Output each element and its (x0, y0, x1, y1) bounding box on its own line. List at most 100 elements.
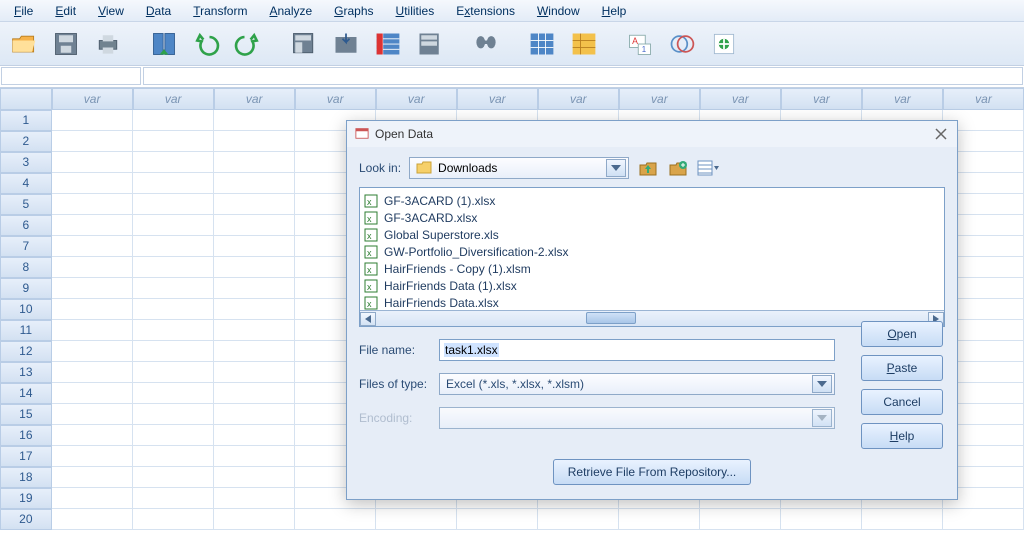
value-labels-icon[interactable]: A1 (622, 26, 658, 62)
grid-cell[interactable] (214, 173, 295, 194)
grid-cell[interactable] (52, 194, 133, 215)
save-icon[interactable] (48, 26, 84, 62)
column-header[interactable]: var (457, 88, 538, 110)
grid-cell[interactable] (133, 488, 214, 509)
grid-cell[interactable] (133, 404, 214, 425)
row-header[interactable]: 19 (0, 488, 52, 509)
grid-cell[interactable] (52, 446, 133, 467)
row-header[interactable]: 5 (0, 194, 52, 215)
use-sets-icon[interactable] (664, 26, 700, 62)
grid-cell[interactable] (133, 173, 214, 194)
menu-transform[interactable]: Transform (183, 2, 257, 20)
grid-cell[interactable] (619, 509, 700, 530)
grid-cell[interactable] (133, 131, 214, 152)
grid-cell[interactable] (214, 194, 295, 215)
menu-help[interactable]: Help (592, 2, 637, 20)
column-header[interactable]: var (52, 88, 133, 110)
recall-dialog-icon[interactable] (146, 26, 182, 62)
row-header[interactable]: 7 (0, 236, 52, 257)
row-header[interactable]: 13 (0, 362, 52, 383)
grid-cell[interactable] (52, 383, 133, 404)
grid-cell[interactable] (52, 152, 133, 173)
grid-cell[interactable] (52, 110, 133, 131)
filename-input[interactable]: task1.xlsx (439, 339, 835, 361)
scroll-track[interactable] (376, 312, 928, 326)
grid-cell[interactable] (133, 215, 214, 236)
grid-cell[interactable] (133, 320, 214, 341)
grid-cell[interactable] (52, 215, 133, 236)
scroll-left-icon[interactable] (360, 312, 376, 326)
chevron-down-icon[interactable] (606, 159, 626, 177)
find-icon[interactable] (468, 26, 504, 62)
paste-button[interactable]: Paste (861, 355, 943, 381)
column-header[interactable]: var (700, 88, 781, 110)
row-header[interactable]: 15 (0, 404, 52, 425)
retrieve-repo-button[interactable]: Retrieve File From Repository... (553, 459, 752, 485)
grid-cell[interactable] (214, 320, 295, 341)
grid-cell[interactable] (52, 404, 133, 425)
print-icon[interactable] (90, 26, 126, 62)
column-header[interactable]: var (538, 88, 619, 110)
corner-cell[interactable] (0, 88, 52, 110)
grid-cell[interactable] (52, 509, 133, 530)
row-header[interactable]: 3 (0, 152, 52, 173)
column-header[interactable]: var (376, 88, 457, 110)
row-header[interactable]: 10 (0, 299, 52, 320)
column-header[interactable]: var (619, 88, 700, 110)
grid-cell[interactable] (133, 383, 214, 404)
grid-cell[interactable] (133, 446, 214, 467)
grid-cell[interactable] (862, 509, 943, 530)
grid-cell[interactable] (133, 110, 214, 131)
row-header[interactable]: 8 (0, 257, 52, 278)
row-header[interactable]: 18 (0, 467, 52, 488)
grid-cell[interactable] (781, 509, 862, 530)
dialog-titlebar[interactable]: Open Data (347, 121, 957, 147)
grid-cell[interactable] (52, 467, 133, 488)
grid-cell[interactable] (214, 215, 295, 236)
weight-cases-icon[interactable] (566, 26, 602, 62)
grid-cell[interactable] (133, 362, 214, 383)
file-item[interactable]: xGW-Portfolio_Diversification-2.xlsx (364, 243, 942, 260)
undo-icon[interactable] (188, 26, 224, 62)
split-file-icon[interactable] (524, 26, 560, 62)
cancel-button[interactable]: Cancel (861, 389, 943, 415)
grid-cell[interactable] (943, 509, 1024, 530)
goto-case-icon[interactable] (286, 26, 322, 62)
file-item[interactable]: xHairFriends - Copy (1).xlsm (364, 260, 942, 277)
grid-cell[interactable] (52, 488, 133, 509)
grid-cell[interactable] (214, 425, 295, 446)
show-all-icon[interactable] (706, 26, 742, 62)
horizontal-scrollbar[interactable] (360, 310, 944, 326)
variables-icon[interactable] (370, 26, 406, 62)
scroll-thumb[interactable] (586, 312, 636, 324)
grid-cell[interactable] (52, 425, 133, 446)
grid-cell[interactable] (538, 509, 619, 530)
row-header[interactable]: 12 (0, 341, 52, 362)
grid-cell[interactable] (295, 509, 376, 530)
grid-cell[interactable] (52, 236, 133, 257)
row-header[interactable]: 2 (0, 131, 52, 152)
menu-window[interactable]: Window (527, 2, 590, 20)
formula-bar[interactable] (143, 67, 1023, 85)
new-folder-icon[interactable] (667, 157, 689, 179)
column-header[interactable]: var (943, 88, 1024, 110)
grid-cell[interactable] (214, 383, 295, 404)
grid-cell[interactable] (133, 278, 214, 299)
menu-utilities[interactable]: Utilities (386, 2, 445, 20)
grid-cell[interactable] (52, 173, 133, 194)
filetype-combo[interactable]: Excel (*.xls, *.xlsx, *.xlsm) (439, 373, 835, 395)
view-menu-icon[interactable] (697, 157, 719, 179)
file-item[interactable]: xHairFriends Data (1).xlsx (364, 277, 942, 294)
grid-cell[interactable] (133, 152, 214, 173)
redo-icon[interactable] (230, 26, 266, 62)
grid-cell[interactable] (133, 425, 214, 446)
grid-cell[interactable] (214, 257, 295, 278)
grid-cell[interactable] (214, 131, 295, 152)
grid-cell[interactable] (214, 299, 295, 320)
menu-extensions[interactable]: Extensions (446, 2, 525, 20)
row-header[interactable]: 14 (0, 383, 52, 404)
name-box[interactable] (1, 67, 141, 85)
up-folder-icon[interactable] (637, 157, 659, 179)
column-header[interactable]: var (862, 88, 943, 110)
row-header[interactable]: 9 (0, 278, 52, 299)
